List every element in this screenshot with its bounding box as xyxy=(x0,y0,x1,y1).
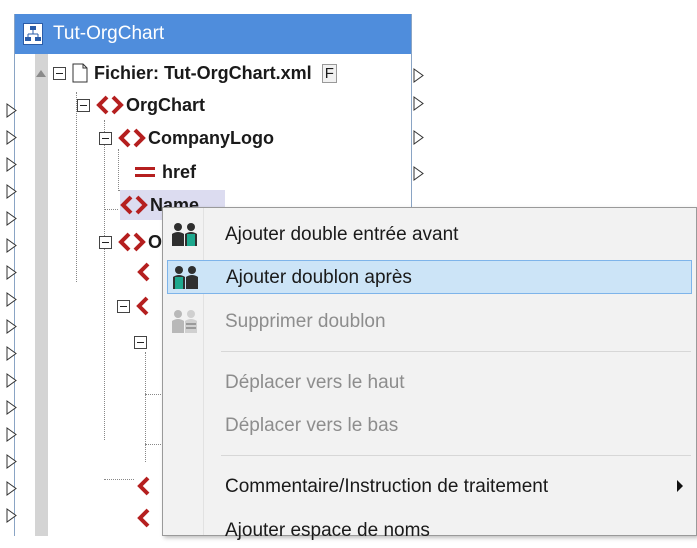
input-port-icon[interactable] xyxy=(6,346,17,361)
menu-item-add-namespace[interactable]: Ajouter espace de noms xyxy=(167,514,692,548)
tree-connector xyxy=(145,352,146,462)
menu-item-comment-processing-instruction[interactable]: Commentaire/Instruction de traitement xyxy=(167,470,692,504)
element-icon xyxy=(137,262,150,282)
tree-connector xyxy=(104,479,134,480)
menu-item-move-up[interactable]: Déplacer vers le haut xyxy=(167,366,692,400)
input-port-icon[interactable] xyxy=(6,238,17,253)
input-port-icon[interactable] xyxy=(6,481,17,496)
menu-item-add-duplicate-before[interactable]: Ajouter double entrée avant xyxy=(167,218,692,252)
menu-item-label: Déplacer vers le bas xyxy=(225,415,399,436)
element-icon xyxy=(136,296,149,316)
node-label-orgchart: OrgChart xyxy=(126,94,206,115)
menu-item-label: Supprimer doublon xyxy=(225,311,386,332)
menu-item-label: Ajouter double entrée avant xyxy=(225,224,459,245)
input-port-icon[interactable] xyxy=(6,130,17,145)
input-port-icon[interactable] xyxy=(6,184,17,199)
element-icon xyxy=(137,508,150,528)
output-port-icon[interactable] xyxy=(413,96,424,111)
collapse-toggle[interactable] xyxy=(134,335,147,349)
element-icon xyxy=(118,128,146,148)
menu-item-label: Ajouter espace de noms xyxy=(225,520,430,541)
tree-row-partial[interactable] xyxy=(117,292,160,320)
collapse-toggle[interactable] xyxy=(99,235,112,249)
tree-row-file[interactable]: Fichier: Tut-OrgChart.xml F xyxy=(35,59,337,87)
tree-row-companylogo[interactable]: CompanyLogo xyxy=(99,124,274,152)
input-port-icon[interactable] xyxy=(6,319,17,334)
tree-connector xyxy=(76,92,77,282)
input-port-icon[interactable] xyxy=(6,427,17,442)
input-port-icon[interactable] xyxy=(6,292,17,307)
collapse-triangle-icon[interactable] xyxy=(35,68,47,78)
file-label: Fichier: Tut-OrgChart.xml xyxy=(94,62,312,83)
node-label-href: href xyxy=(162,161,197,182)
input-port-icon[interactable] xyxy=(6,373,17,388)
tree-connector xyxy=(145,394,161,395)
menu-separator xyxy=(221,455,691,456)
menu-item-label: Ajouter doublon après xyxy=(226,267,412,288)
tree-row-partial[interactable] xyxy=(137,504,161,532)
input-port-icon[interactable] xyxy=(6,157,17,172)
file-option-button[interactable]: F xyxy=(321,63,337,83)
people-duplicate-icon xyxy=(173,266,198,289)
collapse-toggle[interactable] xyxy=(53,66,66,80)
collapse-toggle[interactable] xyxy=(77,98,90,112)
menu-item-add-duplicate-after[interactable]: Ajouter doublon après xyxy=(167,260,692,294)
tree-row-partial[interactable] xyxy=(137,258,161,286)
tree-connector xyxy=(104,209,118,210)
output-port-icon[interactable] xyxy=(413,68,424,83)
menu-item-remove-duplicate[interactable]: Supprimer doublon xyxy=(167,305,692,339)
input-port-icon[interactable] xyxy=(6,508,17,523)
element-icon xyxy=(118,232,146,252)
node-label-office: O xyxy=(148,231,163,252)
tree-connector xyxy=(104,120,105,440)
node-label-companylogo: CompanyLogo xyxy=(148,127,274,148)
tree-row-orgchart[interactable]: OrgChart xyxy=(77,91,205,119)
menu-item-label: Commentaire/Instruction de traitement xyxy=(225,476,549,497)
tree-row-partial[interactable] xyxy=(134,328,153,356)
file-icon xyxy=(72,63,88,83)
left-rail xyxy=(35,54,48,536)
menu-separator xyxy=(221,351,691,352)
input-port-icon[interactable] xyxy=(6,211,17,226)
tree-row-office[interactable]: O xyxy=(99,228,162,256)
input-port-icon[interactable] xyxy=(6,103,17,118)
input-port-icon[interactable] xyxy=(6,265,17,280)
tree-connector xyxy=(118,149,119,189)
attribute-icon xyxy=(135,167,155,177)
orgchart-component-icon xyxy=(23,23,43,45)
component-title-bar[interactable]: Tut-OrgChart xyxy=(15,14,411,54)
tree-connector xyxy=(145,444,161,445)
collapse-toggle[interactable] xyxy=(117,299,130,313)
element-icon xyxy=(120,195,148,215)
tree-row-href[interactable]: href xyxy=(134,158,196,186)
output-port-icon[interactable] xyxy=(413,130,424,145)
collapse-toggle[interactable] xyxy=(99,131,112,145)
output-port-icon[interactable] xyxy=(413,166,424,181)
component-title: Tut-OrgChart xyxy=(53,23,165,44)
people-duplicate-icon xyxy=(172,223,197,246)
context-menu: Ajouter double entrée avant Ajouter doub… xyxy=(162,207,697,541)
element-icon xyxy=(96,95,124,115)
element-icon xyxy=(137,476,150,496)
menu-item-label: Déplacer vers le haut xyxy=(225,372,405,393)
submenu-arrow-icon xyxy=(677,480,683,492)
input-port-icon[interactable] xyxy=(6,400,17,415)
menu-item-move-down[interactable]: Déplacer vers le bas xyxy=(167,409,692,443)
input-port-icon[interactable] xyxy=(6,454,17,469)
tree-row-partial[interactable] xyxy=(137,472,161,500)
people-remove-icon xyxy=(172,310,197,333)
